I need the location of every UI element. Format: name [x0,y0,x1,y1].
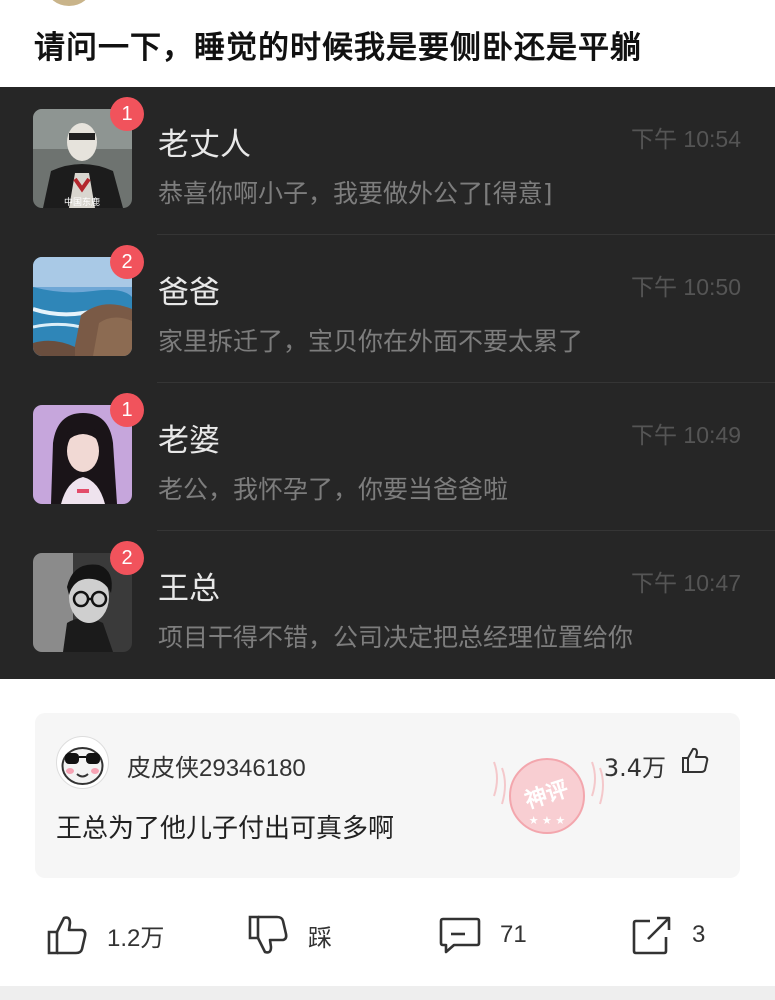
chat-preview: 家里拆迁了，宝贝你在外面不要太累了 [158,327,584,356]
comment-like-count: 3.4万 [603,754,666,782]
post-action-bar: 1.2万 踩 71 3 [0,900,775,970]
thumbs-down-icon [248,915,288,954]
share-button[interactable]: 3 [630,900,705,970]
thumbs-up-icon [47,916,87,955]
chat-preview: 老公，我怀孕了，你要当爸爸啦 [158,475,509,504]
chat-row: 2 爸爸 下午 10:50 家里拆迁了，宝贝你在外面不要太累了 [0,235,775,383]
unread-badge: 2 [110,245,144,279]
comment-text: 王总为了他儿子付出可真多啊 [56,814,395,844]
post-title: 请问一下，睡觉的时候我是要侧卧还是平躺 [34,30,642,66]
commenter-name[interactable]: 皮皮侠29346180 [127,748,306,783]
chat-time: 下午 10:50 [631,274,741,300]
sunglasses-face-icon [61,747,104,785]
svg-text:★ ★ ★: ★ ★ ★ [529,814,566,827]
chat-time: 下午 10:47 [631,570,741,596]
featured-comment-stamp-icon: 神评 ★ ★ ★ [493,758,604,834]
comment-button[interactable]: 71 [438,900,527,970]
like-count: 1.2万 [107,924,165,952]
share-icon [632,916,671,955]
like-button[interactable]: 1.2万 [45,900,164,970]
comment-bubble-icon [439,917,481,954]
dislike-button[interactable]: 踩 [246,900,332,970]
unread-badge: 1 [110,393,144,427]
bottom-divider [0,986,775,1000]
chat-row: 2 王总 下午 10:47 项目干得不错，公司决定把总经理位置给你 [0,531,775,679]
contact-name: 王总 [158,571,220,607]
share-count: 3 [692,921,706,948]
dislike-label: 踩 [308,924,332,952]
chat-row: 中国东鹿 1 老丈人 下午 10:54 恭喜你啊小子，我要做外公了[得意] [0,87,775,235]
chat-time: 下午 10:49 [631,422,741,448]
chat-time: 下午 10:54 [631,126,741,152]
contact-name: 老婆 [158,423,220,459]
chat-list-screenshot: 中国东鹿 1 老丈人 下午 10:54 恭喜你啊小子，我要做外公了[得意] 2 … [0,87,775,679]
comment-count: 71 [500,921,527,948]
poster-avatar[interactable] [47,0,91,6]
commenter-avatar[interactable] [56,736,109,789]
contact-name: 老丈人 [158,127,251,163]
svg-text:中国东鹿: 中国东鹿 [64,196,100,208]
chat-preview: 恭喜你啊小子，我要做外公了[得意] [158,179,553,208]
chat-preview: 项目干得不错，公司决定把总经理位置给你 [158,623,634,652]
contact-name: 爸爸 [158,275,220,311]
chat-row: 1 老婆 下午 10:49 老公，我怀孕了，你要当爸爸啦 [0,383,775,531]
unread-badge: 2 [110,541,144,575]
thumbs-up-icon[interactable] [680,745,710,775]
unread-badge: 1 [110,97,144,131]
hot-comment[interactable]: 皮皮侠29346180 神评 ★ ★ ★ 3.4万 王总为了他儿子付出可真多啊 [35,713,740,878]
